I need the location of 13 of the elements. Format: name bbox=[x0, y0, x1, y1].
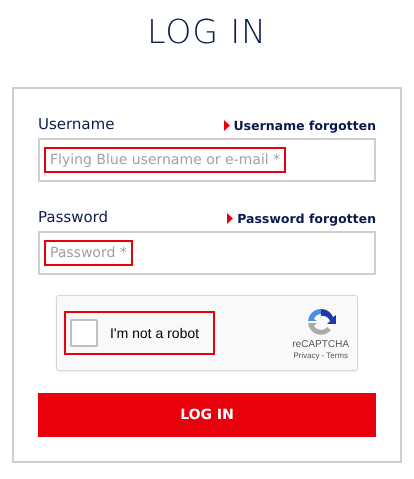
triangle-icon bbox=[227, 213, 234, 224]
separator: - bbox=[322, 351, 324, 360]
page-title: LOG IN bbox=[147, 12, 267, 52]
captcha-checkbox[interactable]: I'm not a robot bbox=[64, 311, 216, 355]
field-label: Username bbox=[38, 115, 114, 133]
triangle-icon bbox=[224, 120, 230, 131]
forgotten-link[interactable]: Password forgotten bbox=[227, 211, 376, 226]
login-button[interactable]: LOG IN bbox=[38, 393, 376, 437]
forgotten-link[interactable]: Username forgotten bbox=[224, 118, 376, 133]
field-label: Password bbox=[38, 208, 108, 226]
privacy-link[interactable]: Privacy bbox=[293, 351, 320, 360]
terms-link[interactable]: Terms bbox=[326, 351, 348, 360]
recaptcha-brand: reCAPTCHA bbox=[292, 339, 349, 350]
